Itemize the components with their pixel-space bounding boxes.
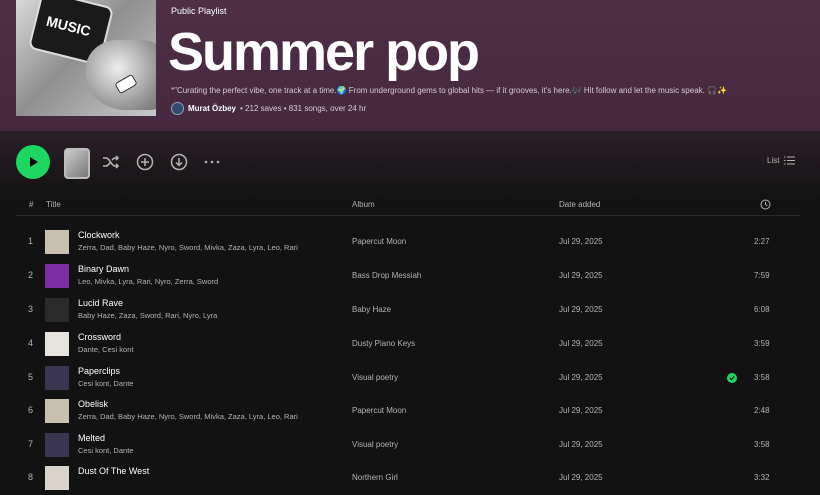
- track-artists[interactable]: Baby Haze, Zaza, Sword, Rari, Nyro, Lyra: [78, 311, 217, 320]
- track-album[interactable]: Baby Haze: [352, 305, 391, 314]
- play-button[interactable]: [16, 145, 50, 179]
- track-album[interactable]: Papercut Moon: [352, 406, 406, 415]
- owner-avatar[interactable]: [171, 102, 184, 115]
- add-to-library-button[interactable]: [136, 153, 154, 171]
- table-header: # Title Album Date added: [16, 196, 800, 216]
- track-title[interactable]: Binary Dawn: [78, 264, 129, 274]
- track-title[interactable]: Obelisk: [78, 399, 108, 409]
- shuffle-button[interactable]: [102, 153, 120, 171]
- track-title[interactable]: Melted: [78, 433, 105, 443]
- table-row[interactable]: 2 Binary Dawn Leo, Mivka, Lyra, Rari, Nyro…: [16, 259, 800, 293]
- track-album[interactable]: Visual poetry: [352, 440, 398, 449]
- track-title[interactable]: Paperclips: [78, 366, 120, 376]
- track-title[interactable]: Dust Of The West: [78, 466, 149, 476]
- plus-circle-icon: [136, 153, 154, 171]
- track-duration: 3:59: [754, 339, 770, 348]
- more-icon: [204, 160, 220, 164]
- track-thumbnail: [45, 264, 69, 288]
- mini-cover-thumbnail[interactable]: [64, 148, 90, 179]
- track-number: 7: [28, 439, 34, 449]
- track-date-added: Jul 29, 2025: [559, 237, 603, 246]
- track-album[interactable]: Northern Girl: [352, 473, 398, 482]
- playlist-header: MUSIC Public Playlist Summer pop *"Curat…: [0, 0, 820, 131]
- view-toggle[interactable]: List: [767, 156, 796, 165]
- play-icon: [30, 157, 38, 167]
- clock-icon: [760, 199, 771, 210]
- table-row[interactable]: 4 Crossword Dante, Cesi kont Dusty Piano Ke…: [16, 327, 800, 361]
- track-number: 2: [28, 270, 34, 280]
- track-number: 8: [28, 472, 34, 482]
- playlist-description: *"Curating the perfect vibe, one track a…: [171, 86, 728, 95]
- column-album[interactable]: Album: [352, 200, 375, 209]
- table-row[interactable]: 3 Lucid Rave Baby Haze, Zaza, Sword, Rari,…: [16, 293, 800, 327]
- track-date-added: Jul 29, 2025: [559, 440, 603, 449]
- table-row[interactable]: 7 Melted Cesi kont, Dante Visual poetry Jul …: [16, 428, 800, 462]
- track-thumbnail: [45, 466, 69, 490]
- track-thumbnail: [45, 298, 69, 322]
- track-number: 6: [28, 405, 34, 415]
- track-thumbnail: [45, 230, 69, 254]
- track-date-added: Jul 29, 2025: [559, 305, 603, 314]
- action-bar: [0, 131, 820, 201]
- track-duration: 3:32: [754, 473, 770, 482]
- track-artists[interactable]: Zerra, Dad, Baby Haze, Nyro, Sword, Mivk…: [78, 412, 298, 421]
- track-thumbnail: [45, 399, 69, 423]
- track-artists[interactable]: Zerra, Dad, Baby Haze, Nyro, Sword, Mivk…: [78, 243, 298, 252]
- track-artists[interactable]: Cesi kont, Dante: [78, 446, 133, 455]
- track-artists[interactable]: Dante, Cesi kont: [78, 345, 133, 354]
- playlist-title[interactable]: Summer pop: [168, 22, 480, 82]
- column-title[interactable]: Title: [46, 200, 61, 209]
- table-row[interactable]: 1 Clockwork Zerra, Dad, Baby Haze, Nyro, S…: [16, 225, 800, 259]
- list-icon: [784, 156, 796, 165]
- track-duration: 2:27: [754, 237, 770, 246]
- track-duration: 2:48: [754, 406, 770, 415]
- column-duration[interactable]: [760, 199, 771, 212]
- table-row[interactable]: 6 Obelisk Zerra, Dad, Baby Haze, Nyro, Swo…: [16, 394, 800, 428]
- playlist-cover[interactable]: MUSIC: [16, 0, 156, 116]
- track-album[interactable]: Papercut Moon: [352, 237, 406, 246]
- owner-name[interactable]: Murat Özbey: [188, 104, 236, 113]
- cover-art-hand: [86, 40, 156, 110]
- track-date-added: Jul 29, 2025: [559, 373, 603, 382]
- track-album[interactable]: Dusty Piano Keys: [352, 339, 415, 348]
- saved-check-icon[interactable]: [727, 373, 737, 383]
- shuffle-icon: [103, 155, 120, 169]
- playlist-type-label: Public Playlist: [171, 6, 227, 16]
- table-row[interactable]: 8 Dust Of The West Northern Girl Jul 29, 20…: [16, 461, 800, 495]
- track-duration: 7:59: [754, 271, 770, 280]
- track-title[interactable]: Lucid Rave: [78, 298, 123, 308]
- track-number: 4: [28, 338, 34, 348]
- track-artists[interactable]: Cesi kont, Dante: [78, 379, 133, 388]
- track-duration: 6:08: [754, 305, 770, 314]
- track-duration: 3:58: [754, 373, 770, 382]
- track-album[interactable]: Visual poetry: [352, 373, 398, 382]
- track-title[interactable]: Crossword: [78, 332, 121, 342]
- download-button[interactable]: [170, 153, 188, 171]
- track-thumbnail: [45, 433, 69, 457]
- playlist-meta: Murat Özbey • 212 saves • 831 songs, ove…: [171, 102, 366, 115]
- track-title[interactable]: Clockwork: [78, 230, 120, 240]
- track-date-added: Jul 29, 2025: [559, 473, 603, 482]
- download-icon: [170, 153, 188, 171]
- column-date-added[interactable]: Date added: [559, 200, 600, 209]
- track-date-added: Jul 29, 2025: [559, 271, 603, 280]
- more-options-button[interactable]: [203, 153, 221, 171]
- playlist-stats: • 212 saves • 831 songs, over 24 hr: [240, 104, 367, 113]
- track-duration: 3:58: [754, 440, 770, 449]
- track-date-added: Jul 29, 2025: [559, 339, 603, 348]
- track-thumbnail: [45, 366, 69, 390]
- table-row[interactable]: 5 Paperclips Cesi kont, Dante Visual poetry…: [16, 361, 800, 395]
- track-number: 3: [28, 304, 34, 314]
- track-number: 1: [28, 236, 34, 246]
- view-toggle-label: List: [767, 156, 780, 165]
- track-date-added: Jul 29, 2025: [559, 406, 603, 415]
- track-artists[interactable]: Leo, Mivka, Lyra, Rari, Nyro, Zerra, Swo…: [78, 277, 218, 286]
- track-number: 5: [28, 372, 34, 382]
- track-thumbnail: [45, 332, 69, 356]
- track-album[interactable]: Bass Drop Messiah: [352, 271, 421, 280]
- column-index: #: [29, 200, 34, 209]
